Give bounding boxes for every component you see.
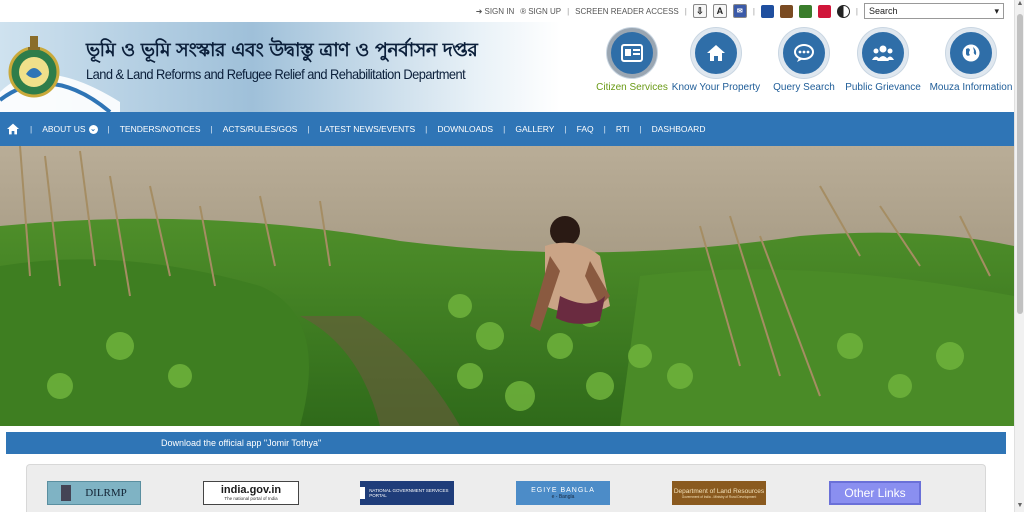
header-banner: ভূমি ও ভূমি সংস্কার এবং উদ্বাস্তু ত্রাণ … [0, 22, 560, 112]
id-card-icon [607, 28, 657, 78]
nav-home[interactable] [6, 123, 20, 135]
nav-gallery[interactable]: GALLERY [515, 124, 554, 134]
font-size-icon[interactable]: A [712, 4, 727, 18]
home-icon [7, 123, 19, 135]
separator: | [855, 6, 858, 16]
india-gov-logo[interactable]: india.gov.in The national portal of Indi… [203, 481, 299, 505]
dilrmp-logo[interactable]: DILRMP [47, 481, 141, 505]
app-download-banner[interactable]: Download the official app "Jomir Tothya" [6, 432, 1006, 454]
nav-dashboard[interactable]: DASHBOARD [652, 124, 706, 134]
site-header: ভূমি ও ভূমি সংস্কার এবং উদ্বাস্তু ত্রাণ … [0, 22, 1014, 112]
quick-link-label: Know Your Property [671, 82, 761, 93]
contrast-icon[interactable] [836, 4, 850, 18]
utility-bar: ➜ SIGN IN ® SIGN UP | SCREEN READER ACCE… [0, 0, 1014, 22]
nav-separator: | [210, 124, 213, 134]
sign-in-icon: ➜ [475, 6, 483, 16]
egiye-bangla-logo[interactable]: EGIYE BANGLA e - Bangla [516, 481, 610, 505]
theme-blue-swatch[interactable] [760, 4, 774, 18]
nav-separator: | [603, 124, 606, 134]
separator: | [752, 6, 755, 16]
home-icon [691, 28, 741, 78]
theme-brown-swatch[interactable] [779, 4, 793, 18]
mouza-information-link[interactable]: Mouza Information [921, 28, 1021, 93]
state-emblem-logo [8, 36, 60, 98]
sign-up-link[interactable]: ® SIGN UP [520, 7, 561, 16]
scroll-up-arrow-icon[interactable]: ▲ [1016, 0, 1024, 10]
nav-separator: | [639, 124, 642, 134]
user-icon: ® [520, 6, 527, 16]
theme-green-swatch[interactable] [798, 4, 812, 18]
nav-separator: | [564, 124, 567, 134]
dept-land-resources-logo[interactable]: Department of Land Resources Government … [672, 481, 766, 505]
main-nav: | ABOUT US ⌄ | TENDERS/NOTICES | ACTS/RU… [0, 112, 1014, 146]
nav-downloads[interactable]: DOWNLOADS [437, 124, 493, 134]
accessibility-icon[interactable]: ✉ [732, 4, 747, 18]
nav-separator: | [503, 124, 506, 134]
quick-link-label: Mouza Information [929, 82, 1013, 93]
quick-link-label: Public Grievance [845, 82, 921, 93]
nav-separator: | [307, 124, 310, 134]
separator: | [684, 6, 687, 16]
people-group-icon [858, 28, 908, 78]
theme-red-swatch[interactable] [817, 4, 831, 18]
chevron-down-icon: ▾ [994, 5, 999, 16]
scroll-down-arrow-icon[interactable]: ▼ [1016, 502, 1024, 512]
national-services-portal-logo[interactable]: NATIONAL GOVERNMENT SERVICES PORTAL [360, 481, 454, 505]
know-your-property-link[interactable]: Know Your Property [666, 28, 766, 93]
nav-about-us[interactable]: ABOUT US ⌄ [42, 124, 98, 134]
nav-separator: | [30, 124, 33, 134]
download-icon[interactable]: ⇩ [692, 4, 707, 18]
separator: | [567, 6, 570, 16]
page: ➜ SIGN IN ® SIGN UP | SCREEN READER ACCE… [0, 0, 1024, 512]
screen-reader-link[interactable]: SCREEN READER ACCESS [575, 7, 679, 16]
page-scrollbar[interactable]: ▲ ▼ [1014, 0, 1024, 512]
sign-in-link[interactable]: ➜ SIGN IN [476, 7, 514, 16]
nav-rti[interactable]: RTI [616, 124, 630, 134]
department-title-english: Land & Land Reforms and Refugee Relief a… [86, 66, 466, 82]
emblem-icon [61, 485, 72, 501]
chevron-down-icon: ⌄ [88, 124, 98, 134]
globe-icon [946, 28, 996, 78]
nav-acts-rules-gos[interactable]: ACTS/RULES/GOS [223, 124, 298, 134]
partner-logos-strip: DILRMP india.gov.in The national portal … [26, 464, 986, 512]
scrollbar-thumb[interactable] [1017, 14, 1023, 314]
nav-tenders-notices[interactable]: TENDERS/NOTICES [120, 124, 201, 134]
public-grievance-link[interactable]: Public Grievance [833, 28, 933, 93]
nav-latest-news-events[interactable]: LATEST NEWS/EVENTS [320, 124, 416, 134]
nav-faq[interactable]: FAQ [577, 124, 594, 134]
farm-field-illustration [0, 146, 1014, 426]
hero-image [0, 146, 1014, 426]
chat-bubble-icon [779, 28, 829, 78]
emblem-icon [360, 487, 366, 499]
nav-separator: | [425, 124, 428, 134]
nav-separator: | [107, 124, 110, 134]
search-select[interactable]: Search ▾ [864, 3, 1004, 19]
other-links-button[interactable]: Other Links [829, 481, 921, 505]
department-title-bengali: ভূমি ও ভূমি সংস্কার এবং উদ্বাস্তু ত্রাণ … [86, 39, 478, 61]
